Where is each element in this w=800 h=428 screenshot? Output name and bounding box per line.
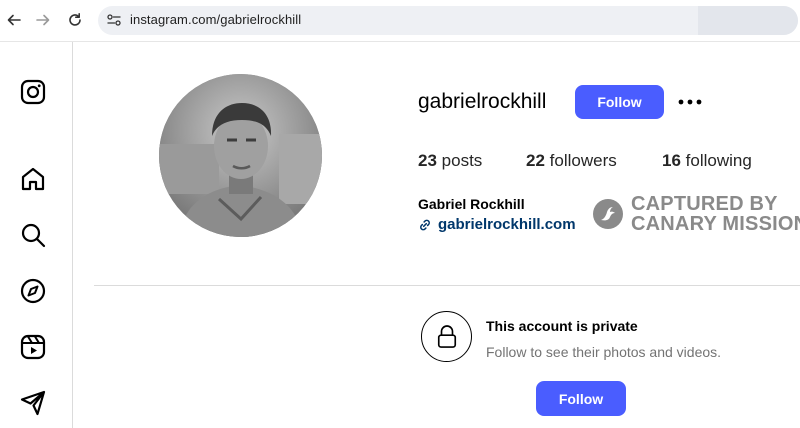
profile-username: gabrielrockhill (418, 90, 547, 113)
followers-label: followers (549, 151, 617, 170)
more-options-button[interactable] (676, 90, 704, 114)
private-account-subtitle: Follow to see their photos and videos. (486, 344, 722, 360)
following-label: following (685, 151, 752, 170)
section-divider (94, 285, 800, 286)
browser-toolbar: instagram.com/gabrielrockhill (0, 0, 800, 42)
profile-website-link[interactable]: gabrielrockhill.com (418, 216, 576, 233)
messages-send-icon[interactable] (19, 389, 47, 417)
reload-button[interactable] (63, 8, 87, 32)
site-settings-icon[interactable] (106, 12, 122, 28)
home-icon[interactable] (19, 165, 47, 193)
posts-stat: 23 posts (418, 151, 482, 171)
profile-full-name: Gabriel Rockhill (418, 196, 525, 212)
back-button[interactable] (2, 8, 26, 32)
reels-icon[interactable] (19, 333, 47, 361)
url-text[interactable]: instagram.com/gabrielrockhill (130, 12, 301, 27)
posts-count: 23 (418, 151, 437, 170)
forward-button[interactable] (31, 8, 55, 32)
followers-count: 22 (526, 151, 545, 170)
following-count: 16 (662, 151, 681, 170)
search-icon[interactable] (19, 221, 47, 249)
forward-arrow-icon (36, 14, 50, 26)
canary-bird-logo (593, 199, 623, 229)
back-arrow-icon (7, 14, 21, 26)
link-icon (420, 219, 430, 230)
sidebar-nav (0, 42, 73, 428)
instagram-logo-icon[interactable] (19, 78, 47, 106)
website-text[interactable]: gabrielrockhill.com (438, 216, 576, 233)
explore-compass-icon[interactable] (19, 277, 47, 305)
address-bar-fade (698, 6, 798, 35)
posts-label: posts (441, 151, 483, 170)
lock-icon (437, 324, 456, 348)
more-dots-icon (678, 99, 702, 105)
reload-icon (69, 13, 81, 26)
private-account-title: This account is private (486, 318, 638, 334)
profile-avatar[interactable] (159, 74, 322, 237)
following-stat[interactable]: 16 following (662, 151, 752, 171)
followers-stat[interactable]: 22 followers (526, 151, 617, 171)
follow-button[interactable]: Follow (575, 85, 664, 119)
watermark-line-2: CANARY MISSION (631, 213, 800, 235)
follow-button-secondary[interactable]: Follow (536, 381, 626, 416)
lock-badge (421, 311, 472, 362)
address-bar[interactable]: instagram.com/gabrielrockhill (98, 6, 798, 35)
avatar-photo (159, 74, 322, 237)
